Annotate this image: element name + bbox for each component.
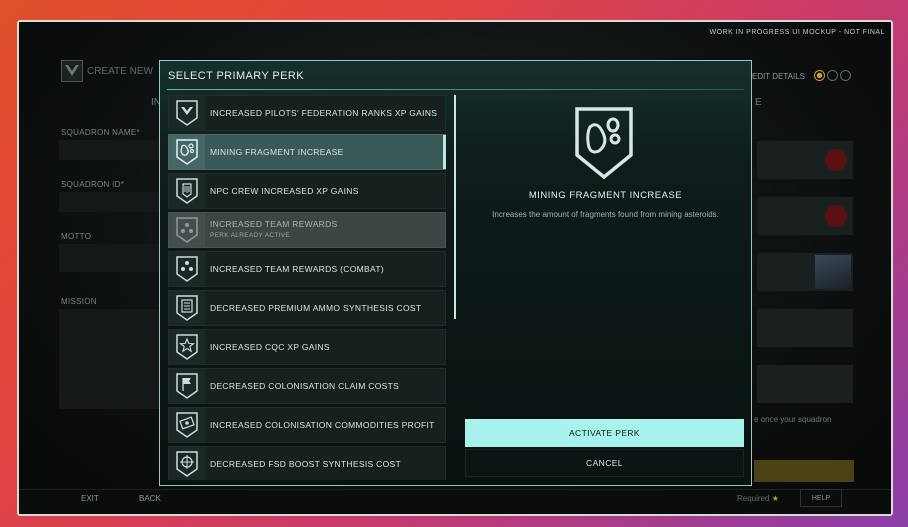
create-new-label: CREATE NEW [87, 66, 153, 77]
required-star: ★ [771, 494, 779, 503]
perk-already-active: PERK ALREADY ACTIVE [210, 232, 290, 239]
perk-item[interactable]: DECREASED PREMIUM AMMO SYNTHESIS COST [168, 290, 446, 326]
edit-details-label: EDIT DETAILS [751, 72, 805, 81]
mining-fragment-icon [573, 105, 635, 186]
perk-item[interactable]: INCREASED PILOTS' FEDERATION RANKS XP GA… [168, 95, 446, 131]
cqc-star-icon [169, 330, 205, 364]
perk-detail-description: Increases the amount of fragments found … [492, 210, 719, 219]
perk-list-scrollbar[interactable] [454, 95, 456, 319]
perk-label: DECREASED PREMIUM AMMO SYNTHESIS COST [210, 302, 422, 313]
help-button: HELP [800, 489, 842, 507]
modal-title-divider [167, 89, 744, 90]
required-text: Required [737, 494, 770, 503]
perk-label: INCREASED PILOTS' FEDERATION RANKS XP GA… [210, 107, 438, 118]
perk-list[interactable]: INCREASED PILOTS' FEDERATION RANKS XP GA… [168, 95, 448, 480]
perk-label: INCREASED TEAM REWARDS (COMBAT) [210, 263, 384, 274]
wip-banner: WORK IN PROGRESS UI MOCKUP - NOT FINAL [709, 29, 885, 36]
squadron-name-label: SQUADRON NAME* [61, 128, 140, 137]
fsd-boost-icon [169, 447, 205, 480]
perk-label: INCREASED COLONISATION COMMODITIES PROFI… [210, 419, 435, 430]
mission-field [59, 309, 164, 409]
perk-label: MINING FRAGMENT INCREASE [210, 146, 344, 157]
mission-label: MISSION [61, 297, 97, 306]
federation-wings-icon [169, 96, 205, 130]
required-note: Required ★ [737, 494, 779, 503]
squadron-id-field [59, 192, 164, 212]
perk-label: INCREASED CQC XP GAINS [210, 341, 330, 352]
activate-perk-button[interactable]: ACTIVATE PERK [465, 419, 744, 447]
bg-list-row [757, 365, 853, 403]
perk-detail-panel: MINING FRAGMENT INCREASE Increases the a… [465, 95, 746, 415]
select-perk-modal: SELECT PRIMARY PERK INCREASED PILOTS' FE… [159, 60, 752, 486]
team-rewards-combat-icon [169, 252, 205, 286]
squadron-logo [61, 60, 83, 82]
bg-list-row [757, 141, 853, 179]
step-dot-3 [840, 70, 851, 81]
step-dot-2 [827, 70, 838, 81]
perk-item[interactable]: INCREASED CQC XP GAINS [168, 329, 446, 365]
commodities-profit-icon [169, 408, 205, 442]
perk-label: INCREASED TEAM REWARDS PERK ALREADY ACTIV… [210, 219, 338, 241]
perk-item-disabled: INCREASED TEAM REWARDS PERK ALREADY ACTIV… [168, 212, 446, 248]
colonisation-flag-icon [169, 369, 205, 403]
squadron-name-field [59, 140, 164, 160]
exit-button: EXIT [81, 494, 99, 503]
bg-confirm-button [754, 460, 854, 482]
perk-item[interactable]: DECREASED COLONISATION CLAIM COSTS [168, 368, 446, 404]
perk-item[interactable]: NPC CREW INCREASED XP GAINS [168, 173, 446, 209]
bg-list-row [757, 253, 853, 291]
bg-list-row [757, 197, 853, 235]
npc-crew-icon [169, 174, 205, 208]
back-button: BACK [139, 494, 161, 503]
ammo-synthesis-icon [169, 291, 205, 325]
perk-item[interactable]: DECREASED FSD BOOST SYNTHESIS COST [168, 446, 446, 480]
avatar [815, 255, 851, 289]
bg-rank-icon [825, 149, 847, 171]
perk-detail-title: MINING FRAGMENT INCREASE [528, 190, 683, 201]
perk-item[interactable]: INCREASED COLONISATION COMMODITIES PROFI… [168, 407, 446, 443]
perk-item[interactable]: INCREASED TEAM REWARDS (COMBAT) [168, 251, 446, 287]
perk-label: NPC CREW INCREASED XP GAINS [210, 185, 359, 196]
perk-item-selected[interactable]: MINING FRAGMENT INCREASE [168, 134, 446, 170]
squadron-id-label: SQUADRON ID* [61, 180, 125, 189]
motto-label: MOTTO [61, 232, 92, 241]
perk-label-text: INCREASED TEAM REWARDS [210, 219, 338, 229]
bg-list-row [757, 309, 853, 347]
bg-rank-icon [825, 205, 847, 227]
step-dot-1 [814, 70, 825, 81]
perk-label: DECREASED COLONISATION CLAIM COSTS [210, 380, 400, 391]
bg-once-text: e once your squadron [754, 415, 832, 424]
cancel-button[interactable]: CANCEL [465, 449, 744, 477]
mining-fragment-icon [169, 135, 205, 169]
modal-title: SELECT PRIMARY PERK [168, 70, 304, 82]
tab-right: E [755, 97, 762, 108]
perk-label: DECREASED FSD BOOST SYNTHESIS COST [210, 458, 401, 469]
team-rewards-icon [169, 213, 205, 247]
motto-field [59, 244, 164, 272]
